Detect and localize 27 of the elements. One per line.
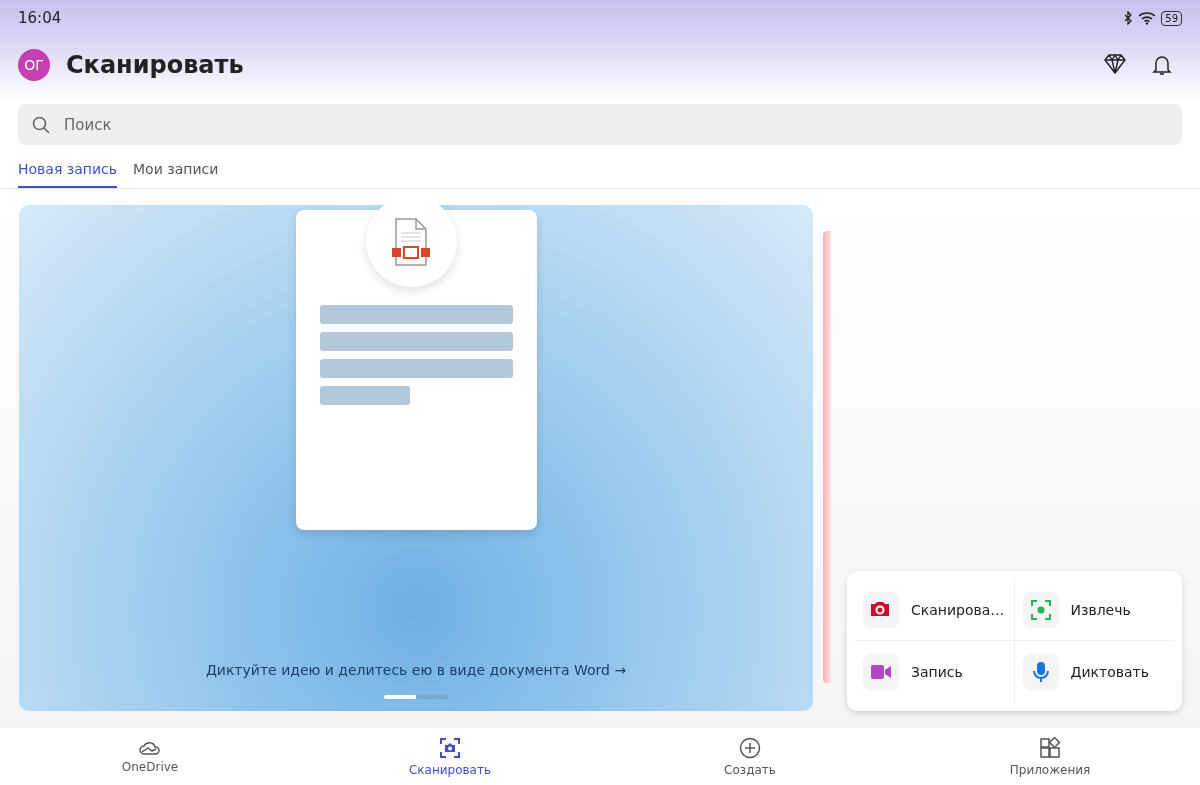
nav-item[interactable]: Сканировать: [300, 728, 600, 785]
search-field[interactable]: Поиск: [18, 104, 1182, 145]
quick-action[interactable]: Сканирова…: [855, 579, 1015, 641]
apps-icon: [1039, 737, 1061, 759]
notification-icon[interactable]: [1152, 54, 1172, 76]
cloud-icon: [139, 740, 161, 756]
wifi-icon: [1138, 11, 1157, 25]
quick-action[interactable]: Извлечь: [1014, 579, 1174, 641]
nav-item[interactable]: OneDrive: [0, 728, 300, 785]
plus-icon: [739, 737, 761, 759]
nav-item[interactable]: Создать: [600, 728, 900, 785]
banner-link[interactable]: Диктуйте идею и делитесь ею в виде документа Word →: [199, 661, 633, 679]
status-time: 16:04: [18, 9, 62, 27]
quick-action[interactable]: Запись: [855, 641, 1015, 703]
bluetooth-icon: [1124, 11, 1134, 25]
battery-indicator: 59: [1161, 10, 1182, 26]
avatar[interactable]: ОГ: [18, 49, 50, 81]
nav-item[interactable]: Приложения: [900, 728, 1200, 785]
page-title: Сканировать: [66, 51, 245, 79]
search-input[interactable]: Поиск: [62, 114, 1168, 135]
document-icon: [391, 217, 431, 266]
tab[interactable]: Мои записи: [133, 153, 219, 188]
scan-icon: [439, 737, 461, 759]
diamond-icon[interactable]: [1104, 54, 1126, 74]
search-icon: [32, 115, 50, 134]
quick-action[interactable]: Диктовать: [1014, 641, 1174, 703]
promo-banner[interactable]: Диктуйте идею и делитесь ею в виде документа Word →: [19, 205, 813, 711]
